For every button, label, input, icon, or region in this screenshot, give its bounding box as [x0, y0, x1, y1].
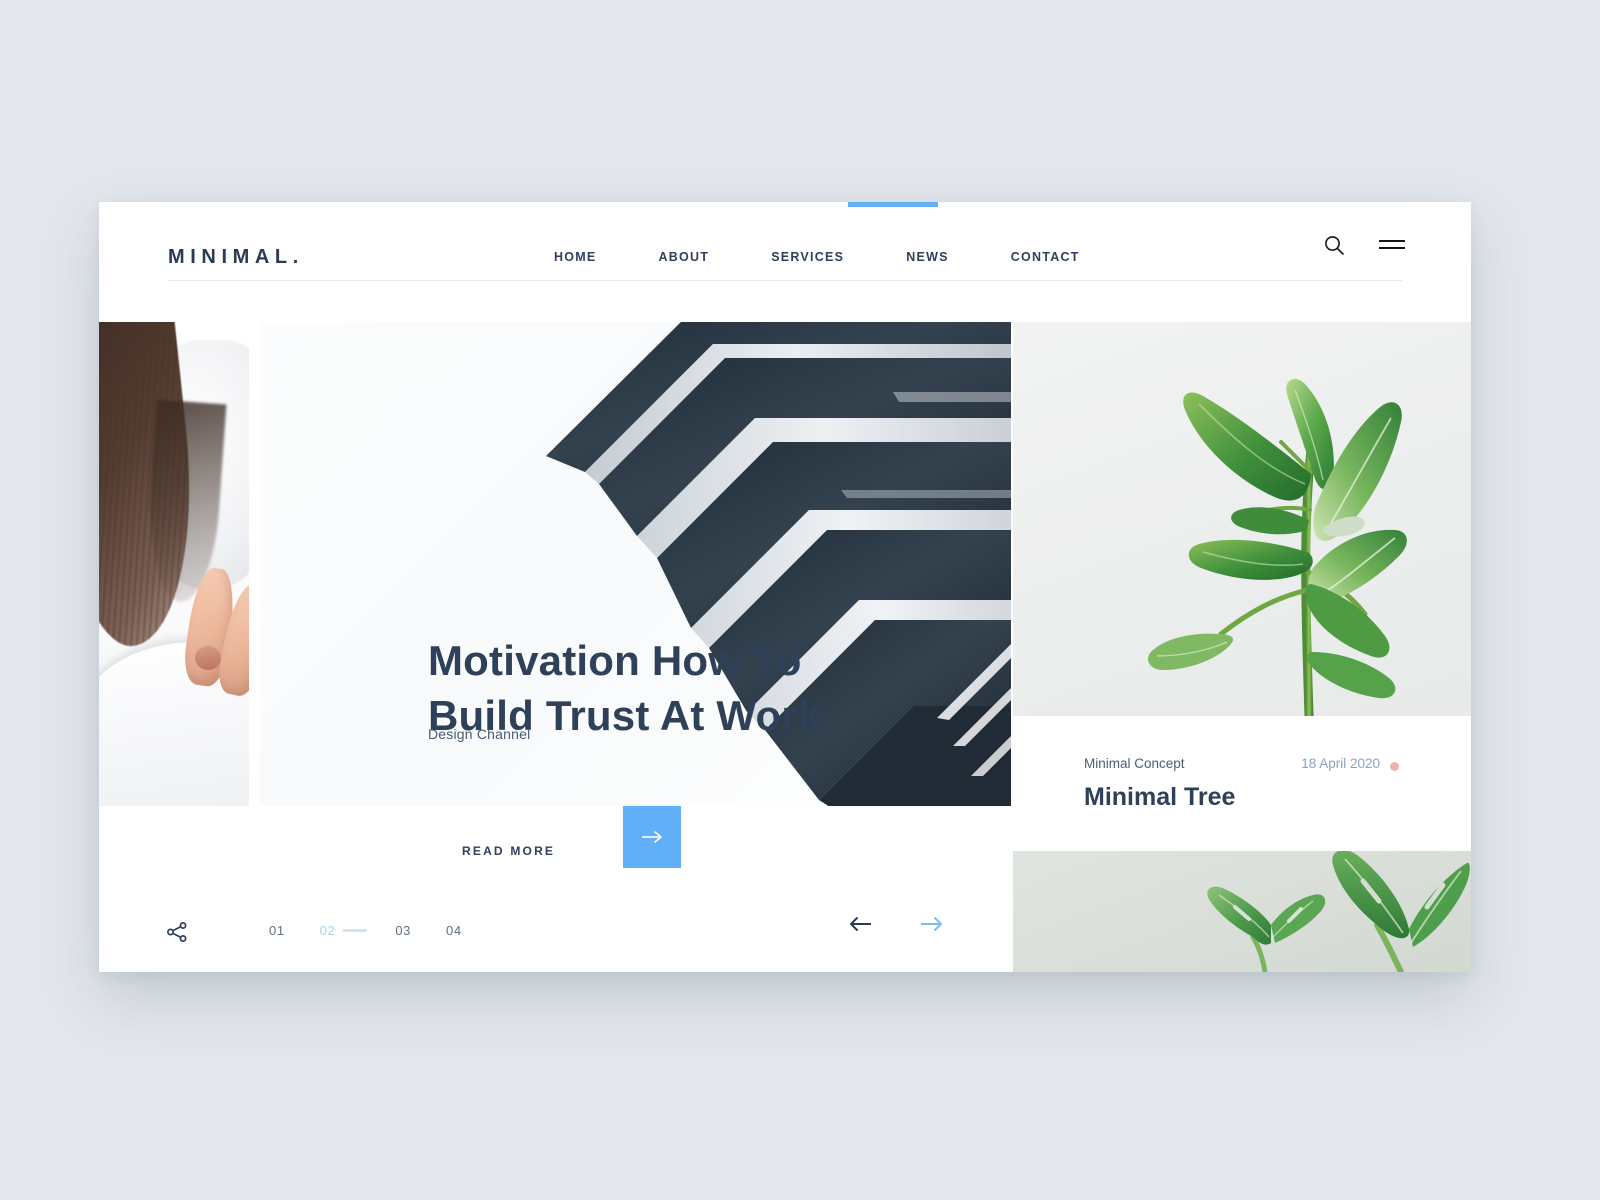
- pager-active-indicator: [343, 929, 368, 932]
- featured-post-meta: Minimal Concept 18 April 2020 Minimal Tr…: [1013, 716, 1471, 851]
- site-header: MINIMAL. HOME ABOUT SERVICES NEWS CONTAC…: [99, 202, 1471, 320]
- slider-controls: 01 02 03 04: [99, 914, 1011, 972]
- post-category[interactable]: Minimal Concept: [1084, 756, 1185, 771]
- nav-item-contact[interactable]: CONTACT: [1011, 250, 1080, 264]
- header-divider: [168, 280, 1402, 281]
- nav-item-news[interactable]: NEWS: [906, 250, 949, 264]
- hero-next-arrow-button[interactable]: [623, 806, 681, 868]
- search-icon[interactable]: [1321, 232, 1347, 258]
- active-section-accent-bar: [848, 202, 938, 207]
- arrow-right-icon: [642, 831, 662, 843]
- pager-item-04[interactable]: 04: [446, 923, 462, 938]
- arrow-right-icon: [921, 917, 942, 931]
- slider-pagination: 01 02 03 04: [269, 923, 497, 938]
- hamburger-menu-button[interactable]: [1379, 232, 1405, 258]
- featured-post-image[interactable]: [1013, 322, 1471, 716]
- nav-item-home[interactable]: HOME: [554, 250, 597, 264]
- post-date: 18 April 2020: [1301, 756, 1380, 771]
- brand-logo[interactable]: MINIMAL.: [168, 246, 304, 269]
- slider-prev-button[interactable]: [847, 916, 875, 937]
- share-icon[interactable]: [165, 920, 189, 944]
- read-more-button[interactable]: READ MORE: [462, 844, 555, 858]
- main-navigation: HOME ABOUT SERVICES NEWS CONTACT: [554, 250, 1080, 264]
- hero-subtitle: Design Channel: [428, 726, 531, 742]
- nav-item-about[interactable]: ABOUT: [659, 250, 710, 264]
- hero-title-line-1: Motivation How To: [428, 637, 802, 685]
- second-post-image[interactable]: [1013, 851, 1471, 972]
- hero-side-photo: [99, 322, 249, 806]
- pager-item-01[interactable]: 01: [269, 923, 285, 938]
- post-status-dot: [1390, 762, 1399, 771]
- pager-item-03[interactable]: 03: [395, 923, 411, 938]
- hero-slider: Motivation How To Build Trust At Work De…: [99, 322, 1011, 972]
- featured-posts-column: Minimal Concept 18 April 2020 Minimal Tr…: [1013, 322, 1471, 972]
- nav-item-services[interactable]: SERVICES: [771, 250, 844, 264]
- site-window: MINIMAL. HOME ABOUT SERVICES NEWS CONTAC…: [99, 202, 1471, 972]
- hamburger-icon: [1379, 239, 1405, 251]
- arrow-left-icon: [850, 917, 871, 931]
- slider-next-button[interactable]: [917, 916, 945, 937]
- hero-cta-row: READ MORE: [260, 806, 1011, 914]
- post-title[interactable]: Minimal Tree: [1084, 783, 1235, 812]
- header-actions: [1321, 232, 1405, 258]
- pager-item-02[interactable]: 02: [320, 923, 336, 938]
- hero-card: Motivation How To Build Trust At Work De…: [260, 322, 1011, 806]
